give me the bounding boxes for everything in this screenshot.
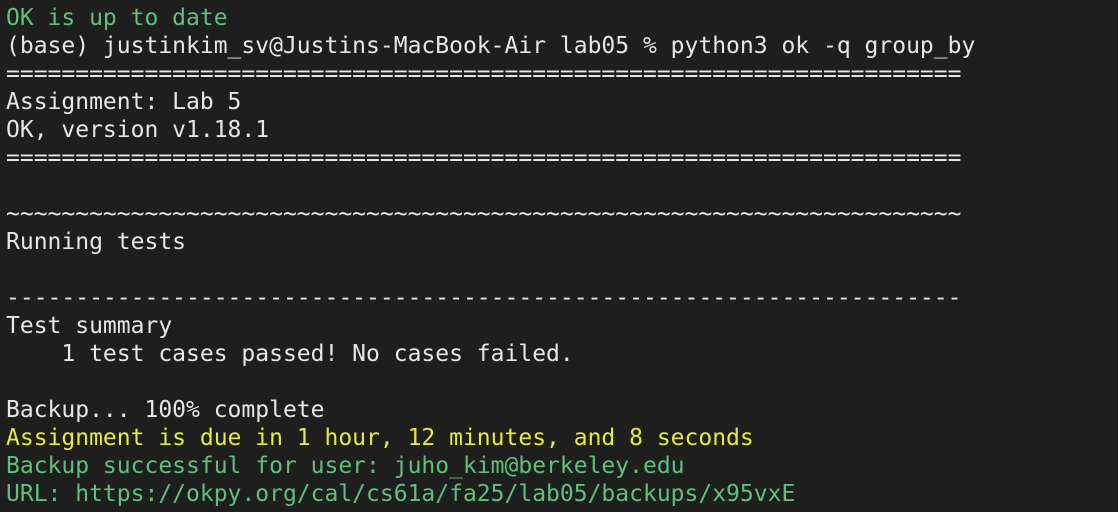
command-prompt-line: (base) justinkim_sv@Justins-MacBook-Air … — [6, 33, 976, 59]
backup-success-line: Backup successful for user: juho_kim@ber… — [6, 453, 685, 479]
running-tests-line: Running tests — [6, 229, 187, 255]
separator-line: ========================================… — [6, 61, 962, 87]
ok-status-line: OK is up to date — [6, 5, 228, 31]
terminal-window[interactable]: OK is up to date (base) justinkim_sv@Jus… — [0, 0, 1118, 512]
dash-separator-line: ----------------------------------------… — [6, 285, 962, 311]
assignment-name-line: Assignment: Lab 5 — [6, 89, 242, 115]
tilde-separator-line: ~~~~~~~~~~~~~~~~~~~~~~~~~~~~~~~~~~~~~~~~… — [6, 201, 962, 227]
backup-progress-line: Backup... 100% complete — [6, 397, 325, 423]
due-date-warning-line: Assignment is due in 1 hour, 12 minutes,… — [6, 425, 754, 451]
test-result-line: 1 test cases passed! No cases failed. — [6, 341, 574, 367]
ok-version-line: OK, version v1.18.1 — [6, 117, 270, 143]
test-summary-heading: Test summary — [6, 313, 173, 339]
backup-url-line[interactable]: URL: https://okpy.org/cal/cs61a/fa25/lab… — [6, 480, 1118, 508]
separator-line: ========================================… — [6, 145, 962, 171]
